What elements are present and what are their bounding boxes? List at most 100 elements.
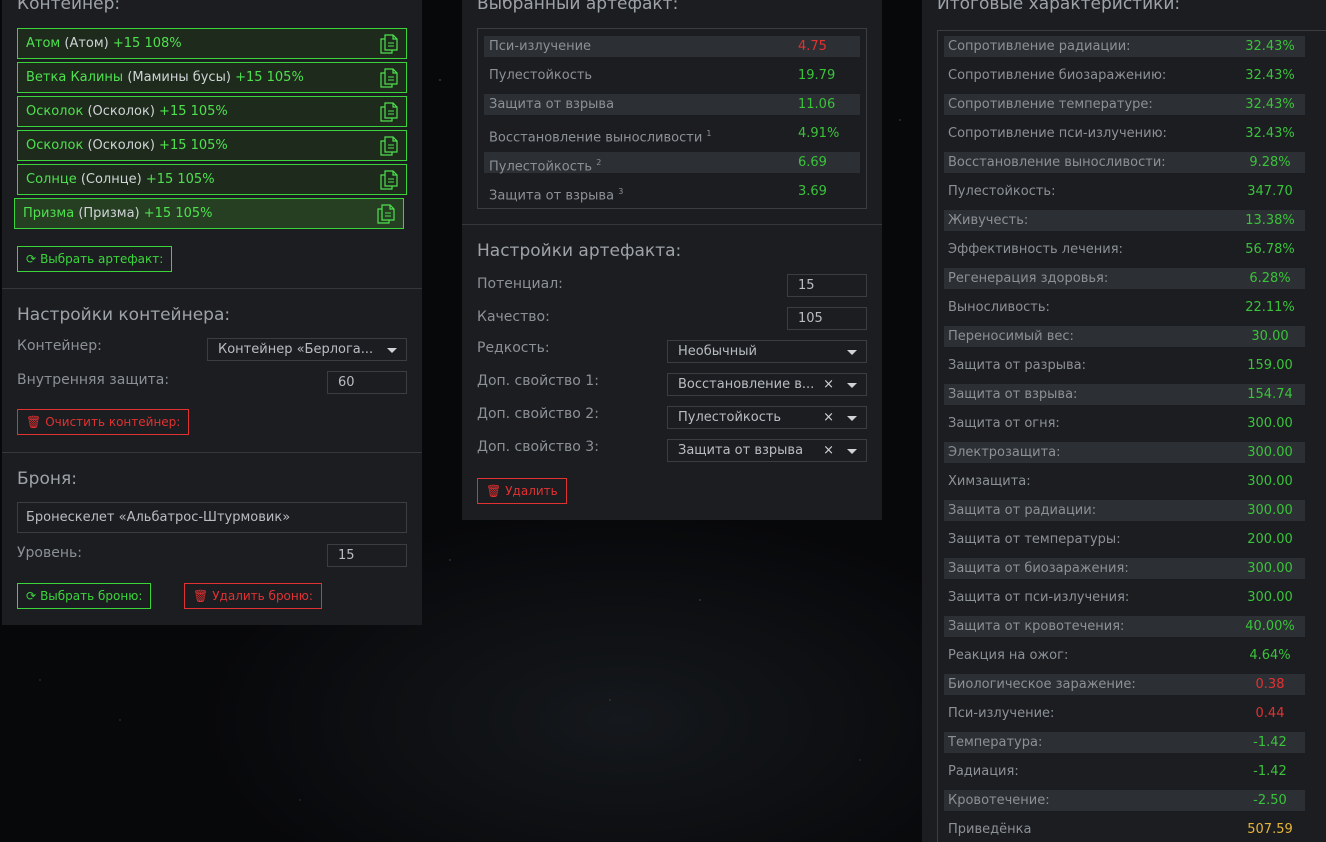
total-value: 22.11% bbox=[1245, 300, 1295, 315]
select-armor-button[interactable]: ⟳ Выбрать броню: bbox=[17, 583, 152, 609]
delete-armor-button[interactable]: 🗑 Удалить броню: bbox=[184, 583, 322, 609]
total-label: Защита от радиации: bbox=[948, 503, 1097, 518]
total-row: Защита от кровотечения: 40.00% bbox=[944, 616, 1305, 637]
total-value: 32.43% bbox=[1245, 97, 1295, 112]
total-label: Защита от кровотечения: bbox=[948, 619, 1125, 634]
total-label: Электрозащита: bbox=[948, 445, 1061, 460]
copy-icon[interactable] bbox=[380, 102, 398, 122]
chevron-down-icon bbox=[847, 350, 857, 355]
artifact-alt-name: (Призма) bbox=[78, 206, 140, 221]
total-value: 507.59 bbox=[1247, 822, 1293, 837]
copy-icon[interactable] bbox=[380, 136, 398, 156]
total-value: -1.42 bbox=[1253, 764, 1287, 779]
total-value: 300.00 bbox=[1247, 416, 1293, 431]
clear-icon[interactable]: × bbox=[823, 410, 834, 425]
extra1-select[interactable]: Восстановление в... × bbox=[667, 373, 867, 396]
inner-protection-label: Внутренняя защита: bbox=[17, 372, 170, 388]
container-select[interactable]: Контейнер «Берлога... bbox=[207, 338, 407, 361]
total-label: Радиация: bbox=[948, 764, 1019, 779]
divider bbox=[2, 452, 422, 453]
rarity-label: Редкость: bbox=[477, 340, 550, 356]
total-row: Пси-излучение: 0.44 bbox=[944, 703, 1305, 724]
container-label: Контейнер: bbox=[17, 338, 102, 354]
total-value: 300.00 bbox=[1247, 503, 1293, 518]
divider bbox=[2, 288, 422, 289]
armor-level-input[interactable]: 15 bbox=[327, 544, 407, 567]
artifact-bonus: +15 105% bbox=[143, 206, 213, 221]
copy-icon[interactable] bbox=[377, 204, 395, 224]
copy-icon[interactable] bbox=[380, 34, 398, 54]
artifact-name: Атом bbox=[26, 36, 61, 51]
total-label: Реакция на ожог: bbox=[948, 648, 1069, 663]
total-value: 9.28% bbox=[1249, 155, 1291, 170]
total-label: Приведёнка bbox=[948, 822, 1032, 837]
clear-icon[interactable]: × bbox=[823, 443, 834, 458]
stat-row: Пси-излучение 4.75 bbox=[484, 36, 860, 57]
total-row: Живучесть: 13.38% bbox=[944, 210, 1305, 231]
total-label: Переносимый вес: bbox=[948, 329, 1074, 344]
stat-label: Защита от взрыва bbox=[489, 97, 615, 112]
total-value: 13.38% bbox=[1245, 213, 1295, 228]
chevron-down-icon bbox=[387, 348, 397, 353]
artifact-bonus: +15 105% bbox=[235, 70, 304, 85]
artifact-bonus: +15 108% bbox=[112, 36, 182, 51]
stat-row: Пулестойкость 2 6.69 bbox=[484, 152, 860, 174]
total-value: 6.28% bbox=[1249, 271, 1291, 286]
potential-label: Потенциал: bbox=[477, 276, 563, 292]
extra2-label: Доп. свойство 2: bbox=[477, 406, 599, 422]
total-row: Сопротивление пси-излучению: 32.43% bbox=[944, 123, 1305, 144]
total-label: Защита от взрыва: bbox=[948, 387, 1078, 402]
total-value: 300.00 bbox=[1247, 445, 1293, 460]
chevron-down-icon bbox=[847, 416, 857, 421]
total-value: 200.00 bbox=[1247, 532, 1293, 547]
total-row: Электрозащита: 300.00 bbox=[944, 442, 1305, 463]
total-label: Пси-излучение: bbox=[948, 706, 1055, 721]
total-value: 0.44 bbox=[1255, 706, 1285, 721]
total-row: Защита от взрыва: 154.74 bbox=[944, 384, 1305, 405]
artifact-slot[interactable]: Солнце (Солнце) +15 105% bbox=[17, 164, 407, 195]
stat-value: 4.91% bbox=[798, 126, 840, 141]
select-artifact-button[interactable]: ⟳ Выбрать артефакт: bbox=[17, 246, 173, 272]
delete-artifact-button[interactable]: 🗑 Удалить bbox=[477, 478, 567, 504]
potential-input[interactable]: 15 bbox=[787, 274, 867, 297]
total-row: Эффективность лечения: 56.78% bbox=[944, 239, 1305, 260]
total-value: 30.00 bbox=[1251, 329, 1289, 344]
trash-icon: 🗑 bbox=[486, 484, 502, 498]
total-value: 4.64% bbox=[1249, 648, 1291, 663]
total-value: 32.43% bbox=[1245, 68, 1295, 83]
clear-icon[interactable]: × bbox=[823, 377, 834, 392]
stat-value: 19.79 bbox=[798, 68, 836, 83]
copy-icon[interactable] bbox=[380, 68, 398, 88]
total-label: Сопротивление пси-излучению: bbox=[948, 126, 1167, 141]
extra3-label: Доп. свойство 3: bbox=[477, 439, 599, 455]
artifact-slot[interactable]: Призма (Призма) +15 105% bbox=[14, 198, 404, 229]
total-label: Эффективность лечения: bbox=[948, 242, 1123, 257]
clear-container-button[interactable]: 🗑 Очистить контейнер: bbox=[17, 409, 190, 435]
artifact-slot[interactable]: Осколок (Осколок) +15 105% bbox=[17, 130, 407, 161]
extra3-select[interactable]: Защита от взрыва × bbox=[667, 439, 867, 462]
total-label: Сопротивление радиации: bbox=[948, 39, 1131, 54]
trash-icon: 🗑 bbox=[193, 589, 209, 603]
rarity-select[interactable]: Необычный bbox=[667, 340, 867, 363]
artifact-bonus: +15 105% bbox=[159, 138, 228, 153]
inner-protection-input[interactable]: 60 bbox=[327, 371, 407, 394]
total-value: -2.50 bbox=[1253, 793, 1287, 808]
container-title: Контейнер: bbox=[17, 0, 121, 14]
total-value: 154.74 bbox=[1247, 387, 1293, 402]
copy-icon[interactable] bbox=[380, 170, 398, 190]
extra2-select[interactable]: Пулестойкость × bbox=[667, 406, 867, 429]
artifact-slot[interactable]: Осколок (Осколок) +15 105% bbox=[17, 96, 407, 127]
artifact-slot[interactable]: Ветка Калины (Мамины бусы) +15 105% bbox=[17, 62, 407, 93]
artifact-slot[interactable]: Атом (Атом) +15 108% bbox=[17, 28, 407, 59]
total-row: Кровотечение: -2.50 bbox=[944, 790, 1305, 811]
armor-title: Броня: bbox=[17, 469, 77, 489]
total-label: Кровотечение: bbox=[948, 793, 1050, 808]
total-value: 32.43% bbox=[1245, 126, 1295, 141]
total-value: 300.00 bbox=[1247, 474, 1293, 489]
total-label: Пулестойкость: bbox=[948, 184, 1056, 199]
total-row: Переносимый вес: 30.00 bbox=[944, 326, 1305, 347]
armor-name-field[interactable]: Бронескелет «Альбатрос-Штурмовик» bbox=[17, 502, 407, 533]
quality-input[interactable]: 105 bbox=[787, 307, 867, 330]
stat-label: Пулестойкость bbox=[489, 68, 593, 83]
stat-label: Пси-излучение bbox=[489, 39, 592, 54]
